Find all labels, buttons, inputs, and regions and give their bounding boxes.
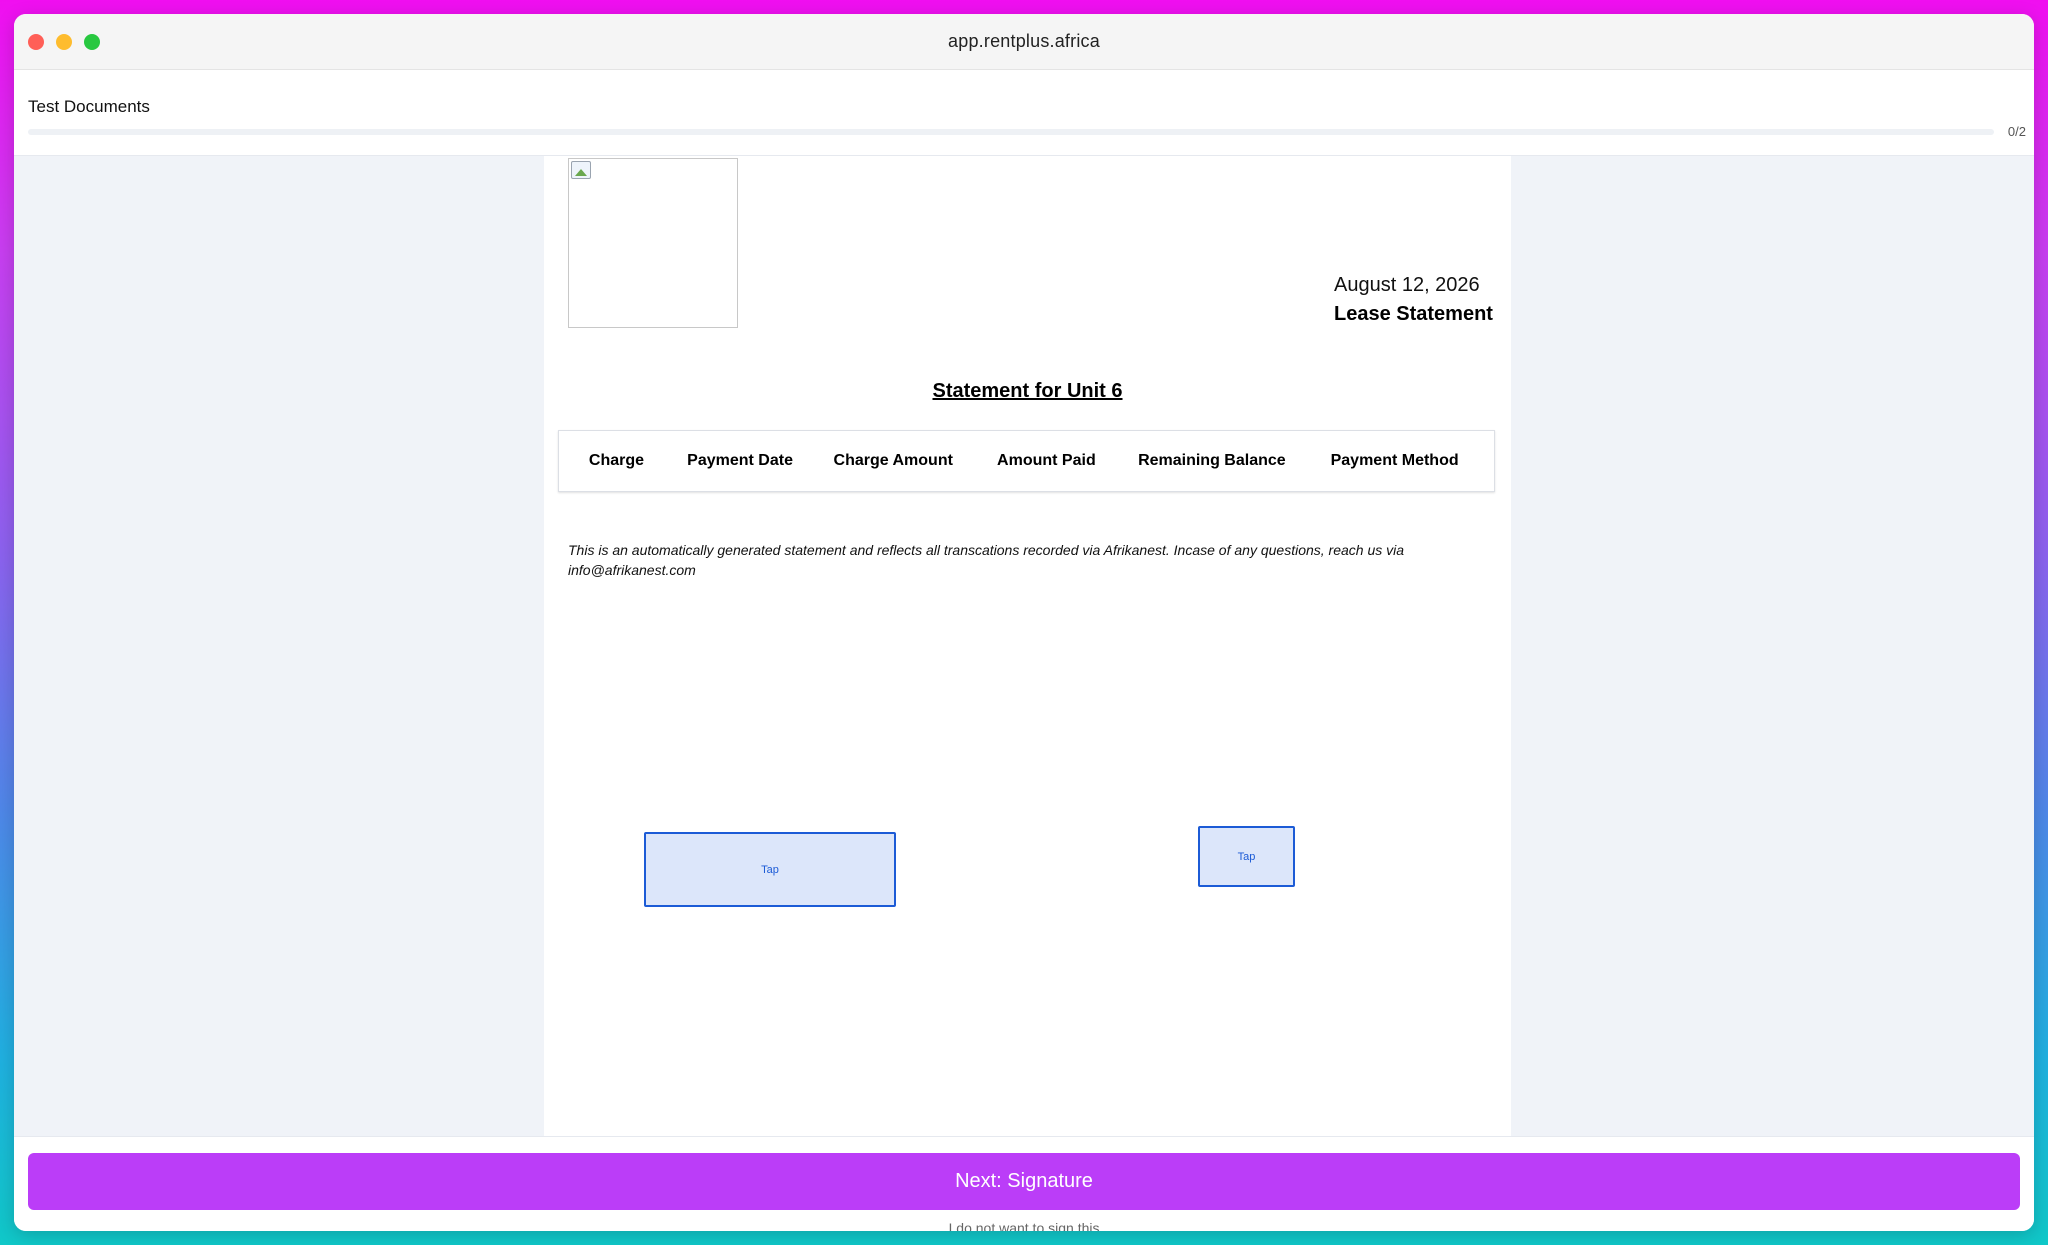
table-header-row: Charge Payment Date Charge Amount Amount… xyxy=(559,431,1494,491)
date-field-label: Tap xyxy=(1237,850,1256,863)
statement-disclaimer: This is an automatically generated state… xyxy=(568,542,1405,578)
progress-count: 0/2 xyxy=(2007,124,2026,139)
decline-signing-link[interactable]: I do not want to sign this xyxy=(14,1220,2034,1231)
column-header-charge-amount: Charge Amount xyxy=(833,452,953,469)
document-header: Test Documents 0/2 xyxy=(14,70,2034,156)
company-logo xyxy=(568,158,738,328)
browser-window: app.rentplus.africa Test Documents 0/2 A… xyxy=(14,14,2034,1231)
broken-image-icon xyxy=(571,161,591,179)
signature-field-label: Tap xyxy=(761,863,779,876)
document-viewer[interactable]: August 12, 2026 Lease Statement Statemen… xyxy=(14,156,2034,1136)
next-signature-button[interactable]: Next: Signature xyxy=(28,1153,2020,1210)
date-field[interactable]: Tap xyxy=(1198,826,1295,887)
column-header-remaining-balance: Remaining Balance xyxy=(1138,452,1286,469)
document-page: August 12, 2026 Lease Statement Statemen… xyxy=(544,156,1511,1136)
column-header-payment-method: Payment Method xyxy=(1330,452,1459,469)
column-header-payment-date: Payment Date xyxy=(687,452,793,469)
statement-type: Lease Statement xyxy=(1334,303,1493,325)
statement-date: August 12, 2026 xyxy=(1334,274,1480,296)
window-title: app.rentplus.africa xyxy=(948,31,1100,51)
document-title: Test Documents xyxy=(28,97,150,116)
title-bar: app.rentplus.africa xyxy=(14,14,2034,70)
action-footer: Next: Signature I do not want to sign th… xyxy=(14,1136,2034,1231)
signing-progress-bar xyxy=(28,129,1994,135)
signature-field[interactable]: Tap xyxy=(644,832,896,907)
statement-title: Statement for Unit 6 xyxy=(932,380,1123,402)
statement-table: Charge Payment Date Charge Amount Amount… xyxy=(558,430,1495,492)
column-header-charge: Charge xyxy=(588,452,645,469)
column-header-amount-paid: Amount Paid xyxy=(997,452,1096,469)
